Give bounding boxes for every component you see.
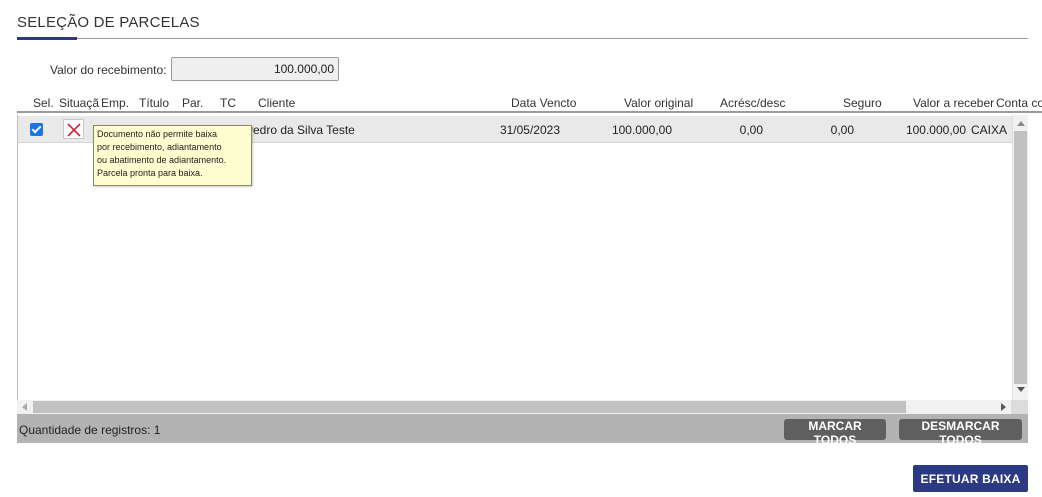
scrollbar-corner — [1011, 400, 1028, 414]
cell-valor-original: 100.000,00 — [611, 123, 672, 137]
x-icon — [67, 123, 81, 137]
tooltip-line: Documento não permite baixa — [97, 129, 218, 139]
column-header-acresc-desc[interactable]: Acrésc/desc — [720, 96, 785, 110]
grid-footer: Quantidade de registros: 1 MARCAR TODOS … — [17, 414, 1028, 447]
horizontal-scrollbar[interactable] — [17, 400, 1011, 414]
vertical-scroll-thumb[interactable] — [1014, 131, 1027, 384]
cell-acresc-desc: 0,00 — [739, 123, 763, 137]
cell-valor-receber: 100.000,00 — [905, 123, 966, 137]
cell-data-vencto: 31/05/2023 — [499, 123, 560, 137]
scroll-left-arrow-icon[interactable] — [22, 403, 27, 411]
column-header-tc[interactable]: TC — [220, 96, 236, 110]
column-header-situacao[interactable]: Situaçã — [59, 96, 99, 110]
mark-all-button[interactable]: MARCAR TODOS — [784, 419, 886, 447]
tooltip-line: Parcela pronta para baixa. — [97, 168, 203, 178]
scroll-down-arrow-icon[interactable] — [1017, 387, 1025, 392]
column-header-emp[interactable]: Emp. — [101, 96, 129, 110]
column-header-par[interactable]: Par. — [182, 96, 203, 110]
cell-seguro: 0,00 — [830, 123, 854, 137]
efetuar-baixa-button[interactable]: EFETUAR BAIXA — [913, 465, 1028, 492]
column-header-cliente[interactable]: Cliente — [258, 96, 295, 110]
situacao-tooltip: Documento não permite baixa por recebime… — [93, 125, 252, 186]
column-header-conta[interactable]: Conta co — [996, 96, 1042, 110]
cell-conta: CAIXA — [971, 123, 1008, 137]
situacao-cell[interactable] — [63, 119, 84, 139]
record-count: Quantidade de registros: 1 — [19, 423, 161, 437]
tooltip-line: por recebimento, adiantamento — [97, 142, 222, 152]
section-title: SELEÇÃO DE PARCELAS — [17, 14, 200, 31]
title-divider — [17, 38, 1028, 39]
scroll-up-arrow-icon[interactable] — [1017, 121, 1025, 126]
column-header-sel[interactable]: Sel. — [33, 96, 54, 110]
column-header-valor-original[interactable]: Valor original — [624, 96, 693, 110]
unmark-all-button[interactable]: DESMARCAR TODOS — [899, 419, 1022, 447]
scroll-right-arrow-icon[interactable] — [1001, 403, 1006, 411]
column-header-titulo[interactable]: Título — [139, 96, 169, 110]
title-accent-bar — [17, 37, 77, 40]
row-select-checkbox[interactable] — [30, 123, 43, 136]
tooltip-line: ou abatimento de adiantamento. — [97, 155, 227, 165]
valor-recebimento-label: Valor do recebimento: — [50, 63, 167, 77]
horizontal-scroll-thumb[interactable] — [33, 401, 906, 413]
column-header-data-vencto[interactable]: Data Vencto — [511, 96, 576, 110]
column-header-valor-receber[interactable]: Valor a receber — [913, 96, 994, 110]
vertical-scrollbar[interactable] — [1012, 115, 1028, 400]
cell-cliente: Pedro da Silva Teste — [245, 123, 355, 137]
column-header-seguro[interactable]: Seguro — [843, 96, 882, 110]
valor-recebimento-input[interactable] — [171, 57, 339, 81]
grid-header: Sel. Situaçã Emp. Título Par. TC Cliente… — [17, 91, 1042, 113]
